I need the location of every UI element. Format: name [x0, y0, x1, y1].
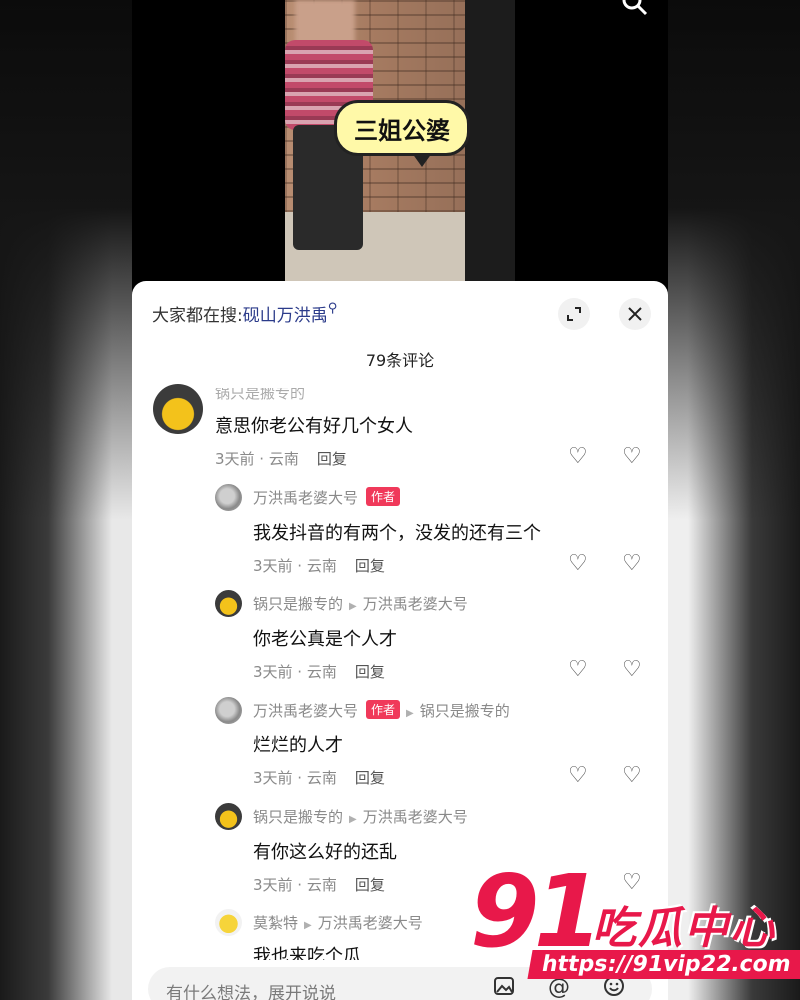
comment-username[interactable]: 锅只是搬专的 ▶ 万洪禹老婆大号: [253, 593, 468, 614]
phone-screen: 三姐公婆 大家都在搜:砚山万洪禹⚲ 79条评论 锅只是搬专的 意思你老公有好几个…: [132, 0, 668, 1000]
username-text: 锅只是搬专的: [253, 808, 344, 826]
reply-to-username[interactable]: 锅只是搬专的: [420, 702, 510, 720]
broken-heart-icon[interactable]: ♡: [622, 763, 642, 788]
reply-to-username[interactable]: 万洪禹老婆大号: [363, 808, 468, 826]
username-text: 万洪禹老婆大号: [253, 489, 359, 507]
video-player[interactable]: 三姐公婆: [132, 0, 668, 300]
comment-meta: 3天前 · 云南 回复: [253, 661, 385, 682]
comment-time: 3天前 · 云南: [253, 769, 337, 787]
comment-text: 意思你老公有好几个女人: [215, 416, 413, 437]
avatar[interactable]: [215, 697, 242, 724]
comment-text: 我发抖音的有两个，没发的还有三个: [253, 523, 541, 544]
comment-username[interactable]: 锅只是搬专的 ▶ 万洪禹老婆大号: [253, 806, 468, 827]
comment-meta: 3天前 · 云南 回复: [253, 874, 385, 895]
username-text: 万洪禹老婆大号: [253, 702, 359, 720]
broken-heart-icon[interactable]: ♡: [622, 657, 642, 682]
comment-text: 烂烂的人才: [253, 735, 343, 756]
avatar[interactable]: [153, 384, 203, 434]
heart-icon[interactable]: ♡: [568, 763, 588, 788]
speech-bubble: 三姐公婆: [334, 100, 470, 167]
comment-time: 3天前 · 云南: [253, 663, 337, 681]
reply-button[interactable]: 回复: [355, 769, 385, 787]
comment-text: 有你这么好的还乱: [253, 842, 397, 863]
comment-count: 79条评论: [365, 351, 435, 370]
heart-icon[interactable]: ♡: [568, 657, 588, 682]
reply-button[interactable]: 回复: [317, 450, 347, 468]
trending-term[interactable]: 砚山万洪禹: [243, 306, 328, 326]
comment-input[interactable]: 有什么想法，展开说说: [166, 979, 336, 1000]
heart-icon[interactable]: ♡: [568, 444, 588, 469]
comment-text: 你老公真是个人才: [253, 629, 397, 650]
author-badge: 作者: [366, 700, 401, 719]
comment-meta: 3天前 · 云南 回复: [253, 555, 385, 576]
reply-arrow-icon: ▶: [349, 601, 357, 612]
heart-icon[interactable]: ♡: [568, 551, 588, 576]
trending-prefix: 大家都在搜:: [152, 306, 243, 326]
reply-arrow-icon: ▶: [349, 814, 357, 825]
comment-username[interactable]: 万洪禹老婆大号 作者 ▶ 锅只是搬专的: [253, 700, 510, 721]
comment-username[interactable]: 莫紮特 ▶ 万洪禹老婆大号: [253, 912, 423, 933]
reply-button[interactable]: 回复: [355, 876, 385, 894]
reply-arrow-icon: ▶: [406, 708, 414, 719]
reply-to-username[interactable]: 万洪禹老婆大号: [363, 595, 468, 613]
blurred-face: [295, 0, 355, 45]
reply-button[interactable]: 回复: [355, 557, 385, 575]
watermark-title: 吃瓜中心: [592, 903, 776, 954]
username-text: 莫紮特: [253, 914, 299, 932]
broken-heart-icon[interactable]: ♡: [622, 551, 642, 576]
comment-username[interactable]: 锅只是搬专的: [215, 388, 305, 403]
search-icon[interactable]: [620, 0, 650, 18]
watermark-url: https://91vip22.com: [527, 950, 800, 979]
comment-time: 3天前 · 云南: [215, 450, 299, 468]
person-right: [465, 0, 515, 282]
avatar[interactable]: [215, 484, 242, 511]
comment-text: 我也来吃个瓜: [253, 946, 361, 967]
broken-heart-icon[interactable]: ♡: [622, 444, 642, 469]
watermark-logo: 91 吃瓜中心 https://91vip22.com: [470, 853, 800, 992]
username-text: 锅只是搬专的: [253, 595, 344, 613]
reply-arrow-icon: ▶: [304, 920, 312, 931]
trending-search[interactable]: 大家都在搜:砚山万洪禹⚲: [152, 301, 337, 326]
comment-time: 3天前 · 云南: [253, 876, 337, 894]
reply-button[interactable]: 回复: [355, 663, 385, 681]
avatar[interactable]: [215, 590, 242, 617]
expand-icon[interactable]: [558, 298, 590, 330]
avatar[interactable]: [215, 909, 242, 936]
author-badge: 作者: [366, 487, 401, 506]
watermark-number: 91: [470, 853, 603, 970]
reply-to-username[interactable]: 万洪禹老婆大号: [318, 914, 423, 932]
avatar[interactable]: [215, 803, 242, 830]
comment-meta: 3天前 · 云南 回复: [215, 448, 347, 469]
comment-meta: 3天前 · 云南 回复: [253, 767, 385, 788]
search-icon: ⚲: [327, 301, 338, 316]
comment-username[interactable]: 万洪禹老婆大号 作者: [253, 487, 401, 508]
close-icon[interactable]: [619, 298, 651, 330]
comment-time: 3天前 · 云南: [253, 557, 337, 575]
